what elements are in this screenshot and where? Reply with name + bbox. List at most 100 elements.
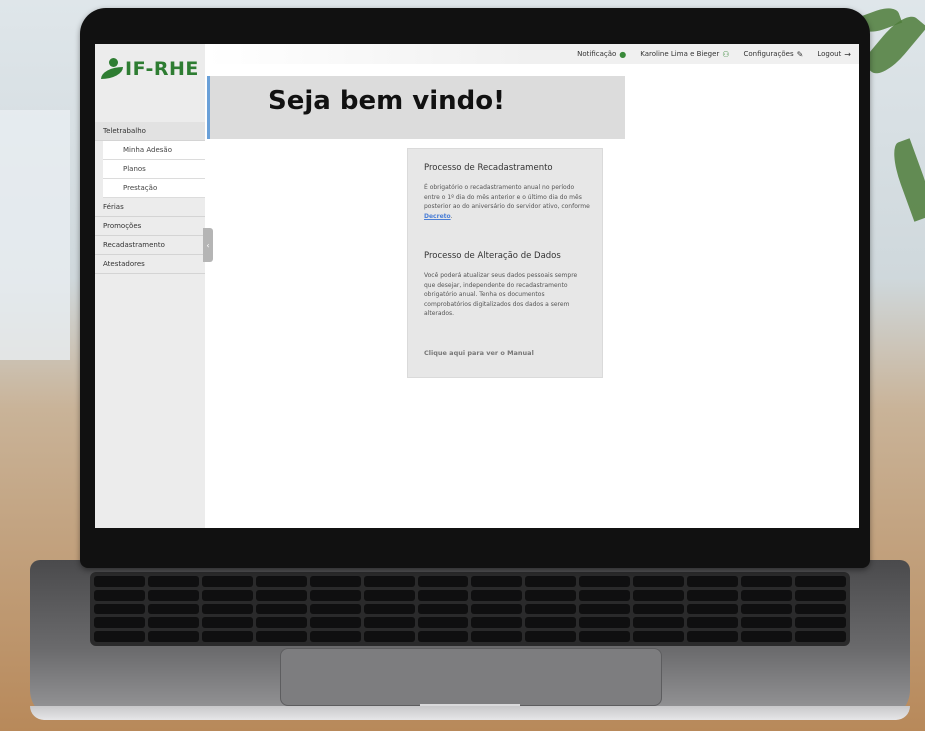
keyboard-key (147, 589, 199, 601)
card-section-title: Processo de Alteração de Dados (424, 251, 561, 261)
users-icon: ⚇ (722, 49, 730, 59)
keyboard-key (147, 631, 199, 642)
keyboard-key (471, 603, 523, 615)
user-menu-button[interactable]: Karoline Lima e Bieger ⚇ (640, 50, 729, 59)
logo[interactable]: IF-RHE (101, 58, 199, 80)
page-title: Seja bem vindo! (268, 86, 505, 116)
keyboard-key (201, 603, 253, 615)
card-section-title: Processo de Recadastramento (424, 163, 553, 173)
keyboard-key (147, 617, 199, 629)
logout-label: Logout (817, 50, 842, 58)
background-window (0, 110, 70, 360)
keyboard-key (147, 576, 199, 587)
keyboard-key (94, 617, 145, 629)
sidebar-item-atestadores[interactable]: Atestadores (95, 255, 205, 274)
keyboard-key (687, 576, 739, 587)
keyboard-key (309, 631, 361, 642)
keyboard-key (741, 589, 793, 601)
keyboard-key (579, 631, 631, 642)
settings-label: Configurações (743, 50, 794, 58)
keyboard-key (741, 617, 793, 629)
laptop-lip (30, 706, 910, 720)
info-card: Processo de Recadastramento É obrigatóri… (407, 148, 603, 378)
keyboard-key (525, 603, 577, 615)
keyboard-key (309, 589, 361, 601)
keyboard-key (255, 631, 307, 642)
keyboard-key (201, 576, 253, 587)
keyboard-key (525, 576, 577, 587)
keyboard-key (687, 603, 739, 615)
keyboard-key (417, 603, 469, 615)
keyboard-key (147, 603, 199, 615)
keyboard-key (309, 617, 361, 629)
notification-label: Notificação (577, 50, 617, 58)
laptop-base (30, 560, 910, 720)
keyboard-key (363, 589, 415, 601)
keyboard-key (633, 631, 685, 642)
keyboard-key (363, 631, 415, 642)
keyboard-key (633, 617, 685, 629)
keyboard-key (795, 576, 846, 587)
keyboard-key (741, 603, 793, 615)
keyboard-key (255, 603, 307, 615)
alteracao-text: Você poderá atualizar seus dados pessoai… (424, 272, 578, 317)
sidebar-item-promocoes[interactable]: Promoções (95, 217, 205, 236)
sidebar-item-recadastramento[interactable]: Recadastramento (95, 236, 205, 255)
keyboard-key (687, 589, 739, 601)
decreto-link[interactable]: Decreto (424, 213, 451, 220)
keyboard-key (417, 617, 469, 629)
logo-text: IF-RHE (125, 58, 199, 80)
globe-icon: ● (619, 49, 627, 59)
welcome-banner: Seja bem vindo! (207, 76, 625, 139)
keyboard-key (255, 576, 307, 587)
sidebar-collapse-button[interactable]: ‹ (203, 228, 213, 262)
keyboard-key (741, 631, 793, 642)
keyboard-key (417, 576, 469, 587)
keyboard-key (201, 631, 253, 642)
keyboard-key (309, 576, 361, 587)
keyboard-key (795, 631, 846, 642)
sidebar-item-teletrabalho[interactable]: Teletrabalho (95, 122, 205, 141)
keyboard-key (255, 589, 307, 601)
sidebar: IF-RHE Teletrabalho Minha Adesão Planos … (95, 44, 205, 528)
logout-button[interactable]: Logout → (817, 50, 851, 59)
keyboard-key (741, 576, 793, 587)
keyboard-key (471, 617, 523, 629)
keyboard-key (471, 631, 523, 642)
keyboard-key (633, 603, 685, 615)
keyboard-key (525, 617, 577, 629)
background-leaf (887, 138, 925, 222)
keyboard-key (417, 589, 469, 601)
keyboard-key (201, 617, 253, 629)
keyboard-key (525, 631, 577, 642)
keyboard (90, 572, 850, 646)
keyboard-key (795, 603, 846, 615)
keyboard-key (363, 576, 415, 587)
submenu-item-planos[interactable]: Planos (103, 160, 205, 179)
settings-button[interactable]: Configurações ✎ (743, 50, 803, 59)
keyboard-key (94, 576, 145, 587)
keyboard-key (579, 617, 631, 629)
keyboard-key (633, 589, 685, 601)
logo-icon (101, 58, 123, 80)
keyboard-key (363, 617, 415, 629)
notification-button[interactable]: Notificação ● (577, 50, 626, 59)
keyboard-key (471, 589, 523, 601)
keyboard-key (687, 617, 739, 629)
sidebar-item-ferias[interactable]: Férias (95, 198, 205, 217)
submenu-item-minha-adesao[interactable]: Minha Adesão (103, 141, 205, 160)
manual-link[interactable]: Clique aqui para ver o Manual (424, 349, 534, 357)
submenu-item-prestacao[interactable]: Prestação (103, 179, 205, 198)
keyboard-key (363, 603, 415, 615)
keyboard-key (417, 631, 469, 642)
keyboard-key (94, 589, 145, 601)
trackpad (280, 648, 662, 706)
keyboard-key (309, 603, 361, 615)
keyboard-key (94, 631, 145, 642)
keyboard-key (795, 589, 846, 601)
top-bar: Notificação ● Karoline Lima e Bieger ⚇ C… (207, 44, 859, 64)
keyboard-key (579, 576, 631, 587)
card-section-text: É obrigatório o recadastramento anual no… (424, 184, 590, 220)
keyboard-key (471, 576, 523, 587)
screen: IF-RHE Teletrabalho Minha Adesão Planos … (95, 44, 859, 528)
